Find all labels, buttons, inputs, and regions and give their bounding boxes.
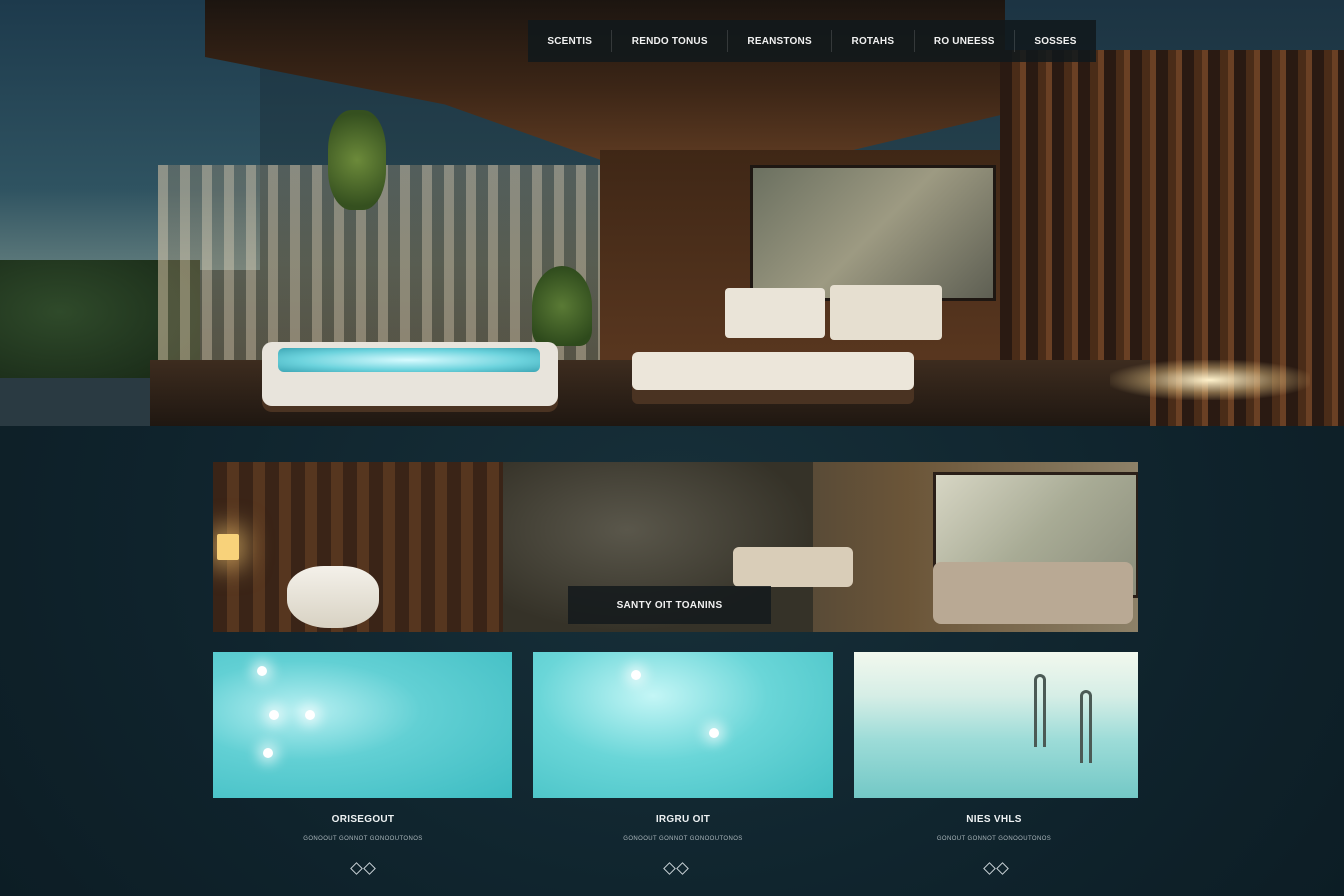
card-title-3: NIES VHLS [966, 814, 1022, 825]
pager-dot[interactable] [983, 862, 996, 875]
card-title-2: IRGRU OIT [655, 814, 711, 825]
pager-dot[interactable] [996, 862, 1009, 875]
card-image-1[interactable] [213, 652, 512, 798]
nav-item-4[interactable]: ROTAHS [832, 30, 915, 52]
floor-lamp-glow [1110, 360, 1310, 400]
bathtub [287, 566, 379, 628]
pool-image [533, 652, 833, 798]
pool-image [854, 652, 1138, 798]
pool-light [305, 710, 315, 720]
nav-item-2[interactable]: RENDO TONUS [612, 30, 729, 52]
pool-ladder [1080, 690, 1092, 763]
hero-image [0, 0, 1344, 426]
card-image-2[interactable] [533, 652, 833, 798]
potted-plant [532, 266, 592, 346]
lamp-icon [217, 534, 239, 560]
nav-item-6[interactable]: SOSSES [1015, 30, 1096, 52]
hero-window [750, 165, 996, 301]
card-pager-1 [213, 862, 513, 875]
card-title-1: ORISEGOUT [331, 814, 395, 825]
feature-sofa [933, 562, 1133, 624]
pool-ladder [1034, 674, 1046, 747]
lounge-bed [830, 285, 942, 340]
pool-light [257, 666, 267, 676]
main-nav: SCENTIS RENDO TONUS REANSTONS ROTAHS RO … [528, 20, 1096, 62]
nav-item-1[interactable]: SCENTIS [528, 30, 613, 52]
hero-ledge [0, 378, 170, 426]
pool-light [631, 670, 641, 680]
nav-item-5[interactable]: RO UNEESS [915, 30, 1015, 52]
card-image-3[interactable] [854, 652, 1138, 798]
card-desc-1: GONOOUT GONNOT GONOOUTONOS [303, 836, 423, 842]
pager-dot[interactable] [350, 862, 363, 875]
hanging-plant [328, 110, 386, 210]
pager-dot[interactable] [663, 862, 676, 875]
lounge-bed [725, 288, 825, 338]
feature-bed [733, 547, 853, 587]
card-desc-3: GONOUT GONNOT GONOOUTONOS [936, 836, 1052, 842]
pool-light [709, 728, 719, 738]
hot-tub-water [278, 348, 540, 372]
feature-banner[interactable]: SANTY OIT TOANINS [213, 462, 1138, 632]
feature-caption[interactable]: SANTY OIT TOANINS [568, 586, 771, 624]
card-pager-3 [846, 862, 1146, 875]
pool-light [263, 748, 273, 758]
lounge-bench [632, 352, 914, 390]
card-desc-2: GONOOUT GONNOT GONOOUTONOS [623, 836, 743, 842]
pool-light [269, 710, 279, 720]
card-pager-2 [526, 862, 826, 875]
nav-item-3[interactable]: REANSTONS [728, 30, 833, 52]
pager-dot[interactable] [363, 862, 376, 875]
pager-dot[interactable] [676, 862, 689, 875]
